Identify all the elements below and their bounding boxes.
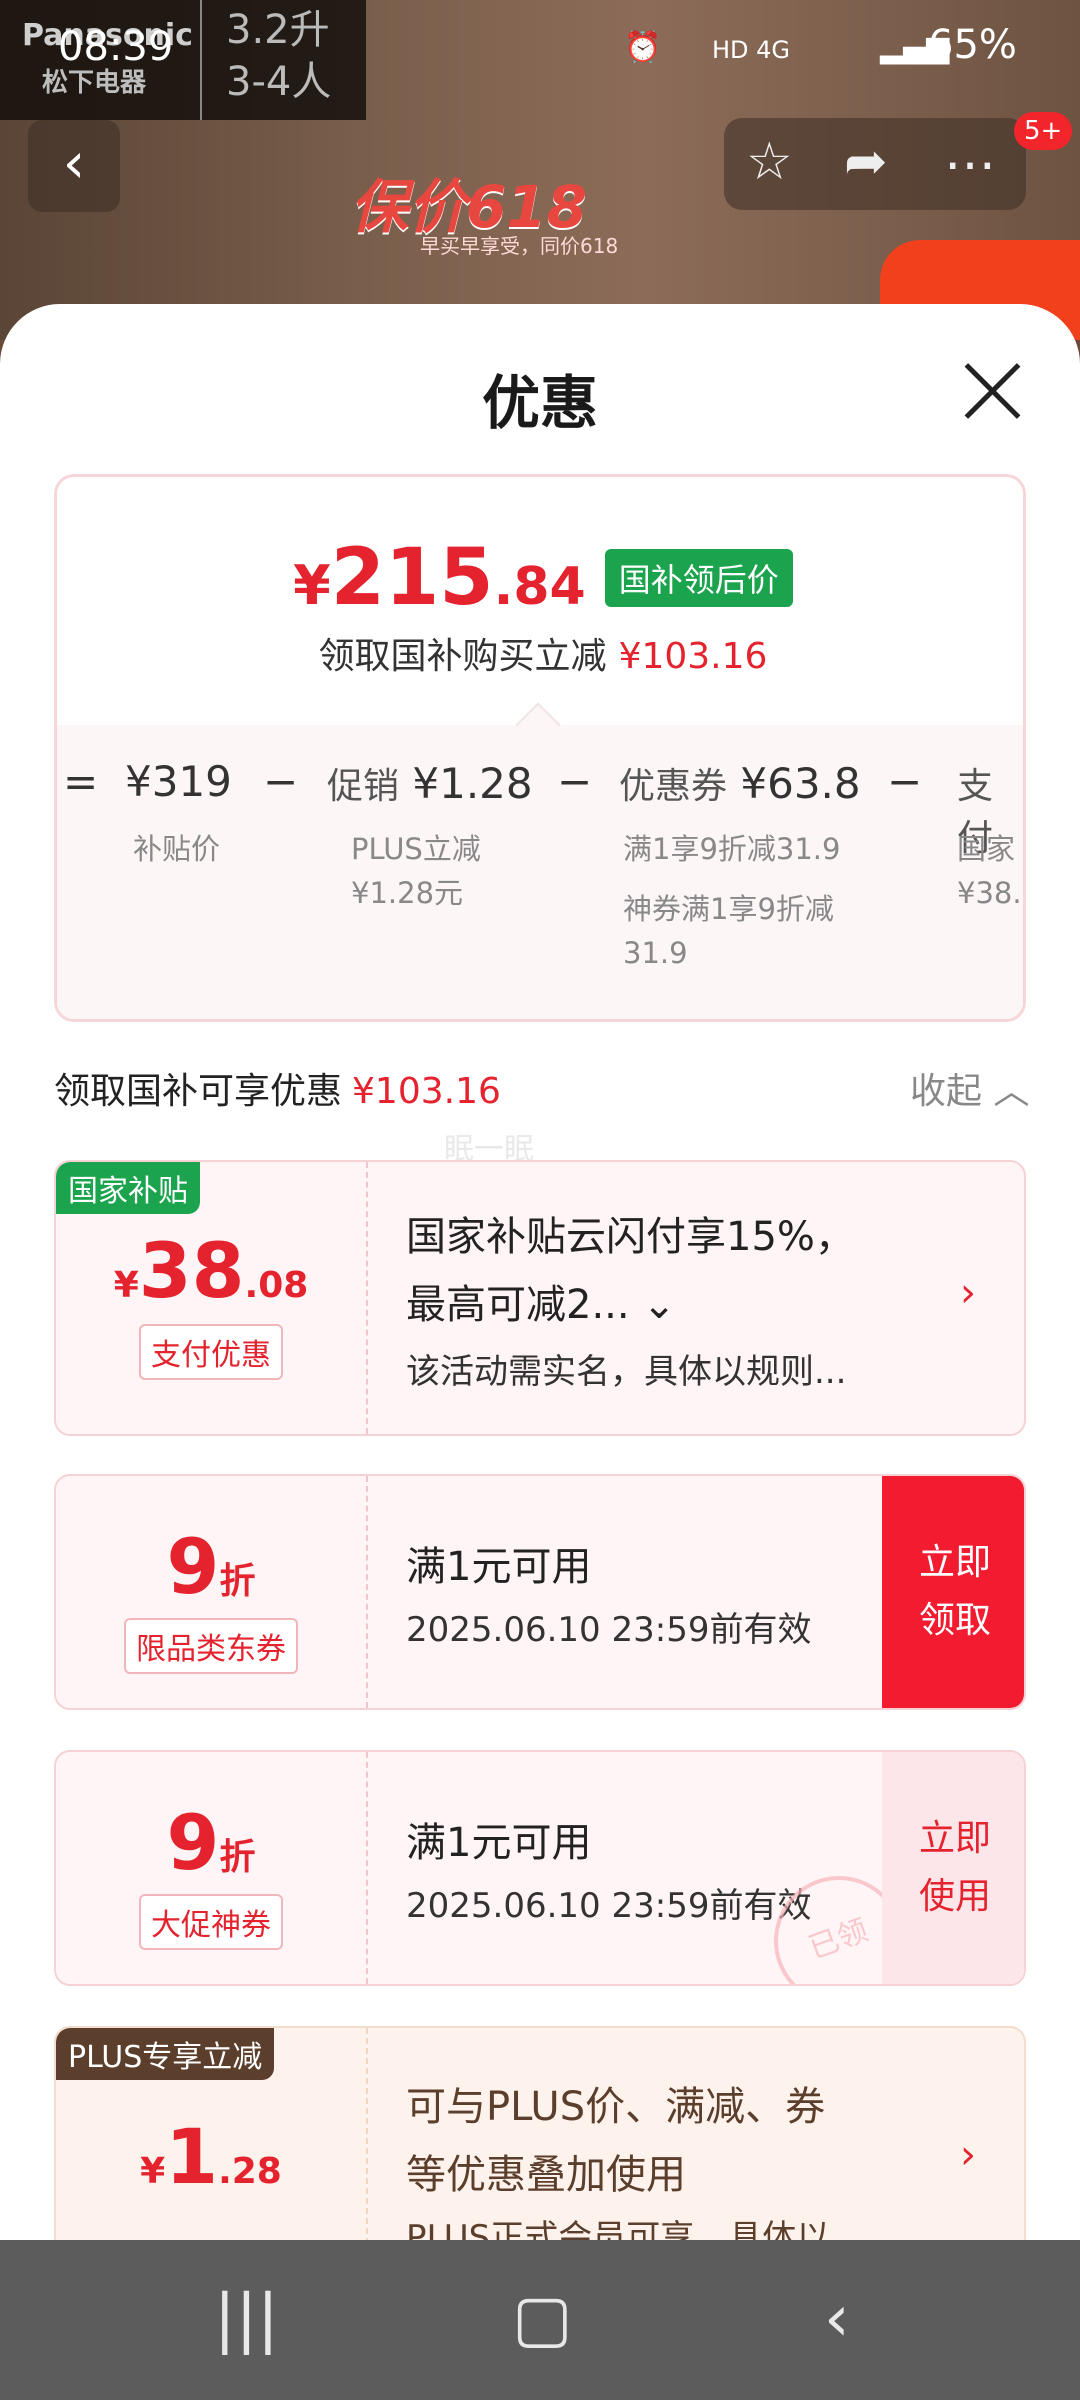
card-amount: ¥1.28 [140,2112,282,2201]
recent-apps-icon[interactable]: ||| [214,2282,279,2356]
final-price-row: ¥215.84 国补领后价 [57,533,1023,623]
coupon-type: 大促神券 [56,1894,366,1950]
status-bar: 08:39 ⏰ HD 4G ▂▄▆ 65% [0,0,1080,100]
claim-coupon-button[interactable]: 立即 领取 [882,1476,1024,1708]
plus-card[interactable]: PLUS专享立减 ¥1.28 可与PLUS价、满减、券 等优惠叠加使用 PLUS… [54,2026,1026,2240]
coupon-discount: 9折 [166,1798,256,1887]
back-button[interactable]: ‹ [28,120,120,212]
coupon-expiry: 2025.06.10 23:59前有效 [406,1610,812,1650]
card-title-line2: 最高可减2... ⌄ [406,1282,676,1328]
calc-base-label: 补贴价 [133,832,221,866]
plus-line3: PLUS正式会员可享，具体以 [406,2218,831,2240]
calc-base-value: ¥319 [125,757,232,806]
card-divider [366,1162,368,1434]
chevron-up-icon: ︿ [993,1071,1030,1112]
coupon-card: 9折 大促神券 满1元可用 2025.06.10 23:59前有效 已领 立即使… [54,1750,1026,1986]
chevron-left-icon: ‹ [62,131,86,196]
calc-coupon-detail: 满1享9折减31.9 神券满1享9折减 31.9 [623,832,841,970]
promo-subtitle: 早买早享受，同价618 [420,234,619,258]
price-summary: ¥215.84 国补领后价 领取国补购买立减 ¥103.16 = ¥319 补贴价… [54,474,1026,1022]
discount-sheet: 优惠 ¥215.84 国补领后价 领取国补购买立减 ¥103.16 = ¥319 … [0,304,1080,2240]
back-icon[interactable]: ‹ [824,2282,850,2356]
home-icon[interactable]: ▢ [512,2282,572,2356]
plus-line2: 等优惠叠加使用 [406,2152,686,2198]
coupon-discount: 9折 [166,1522,256,1611]
card-divider [366,2028,368,2240]
calc-op: − [557,757,593,806]
card-corner-tag: 国家补贴 [56,1162,200,1214]
card-corner-tag: PLUS专享立减 [56,2028,275,2080]
calc-coupon: 优惠券 ¥63.8 [619,759,861,808]
battery-level: 65% [928,22,1017,68]
subsidy-price-tag: 国补领后价 [604,549,793,607]
calc-op: − [887,757,923,806]
section-amount: ¥103.16 [352,1071,501,1112]
card-divider [366,1752,368,1984]
top-action-group: ☆ ➦ … [724,118,1026,210]
coupon-condition: 满1元可用 [406,1820,592,1866]
card-description: 该活动需实名，具体以规则... [406,1352,847,1392]
plus-line1: 可与PLUS价、满减、券 [406,2084,826,2130]
sheet-title: 优惠 [481,369,598,437]
coupon-type: 限品类东券 [56,1618,366,1674]
star-icon[interactable]: ☆ [746,132,793,192]
chevron-down-icon: ⌄ [642,1282,676,1328]
system-nav-bar: ||| ▢ ‹ [0,2240,1080,2400]
share-icon[interactable]: ➦ [844,132,888,192]
close-icon[interactable] [962,360,1022,420]
calc-promo: 促销 ¥1.28 [327,759,533,808]
alarm-icon: ⏰ [624,30,662,65]
calc-op: − [263,757,299,806]
card-divider [366,1476,368,1708]
coupon-expiry: 2025.06.10 23:59前有效 [406,1886,812,1926]
calc-op: = [63,757,99,806]
card-title-line1: 国家补贴云闪付享15%， [406,1214,855,1260]
message-badge: 5+ [1014,112,1073,150]
subsidy-card[interactable]: 国家补贴 ¥38.08 支付优惠 国家补贴云闪付享15%， 最高可减2... ⌄… [54,1160,1026,1436]
collapse-button[interactable]: 收起 ︿ [910,1062,1029,1114]
save-amount: ¥103.16 [618,636,768,677]
more-icon[interactable]: … [944,122,996,182]
chevron-right-icon[interactable]: › [960,2132,976,2178]
final-price: ¥215.84 [293,533,586,623]
card-amount: ¥38.08 [113,1226,309,1315]
status-time: 08:39 [58,24,174,70]
section-title: 领取国补可享优惠 ¥103.16 [54,1071,501,1112]
calc-payment-detail: 国家 ¥38. [957,832,1022,910]
coupon-card: 9折 限品类东券 满1元可用 2025.06.10 23:59前有效 立即 领取 [54,1474,1026,1710]
save-line: 领取国补购买立减 ¥103.16 [318,636,768,677]
use-coupon-button[interactable]: 立即 使用 [882,1752,1024,1984]
coupon-condition: 满1元可用 [406,1544,592,1590]
network-label: HD 4G [712,36,791,64]
chevron-right-icon[interactable]: › [960,1270,976,1316]
card-pill: 支付优惠 [56,1324,366,1380]
calc-promo-detail: PLUS立减 ¥1.28元 [351,832,481,910]
